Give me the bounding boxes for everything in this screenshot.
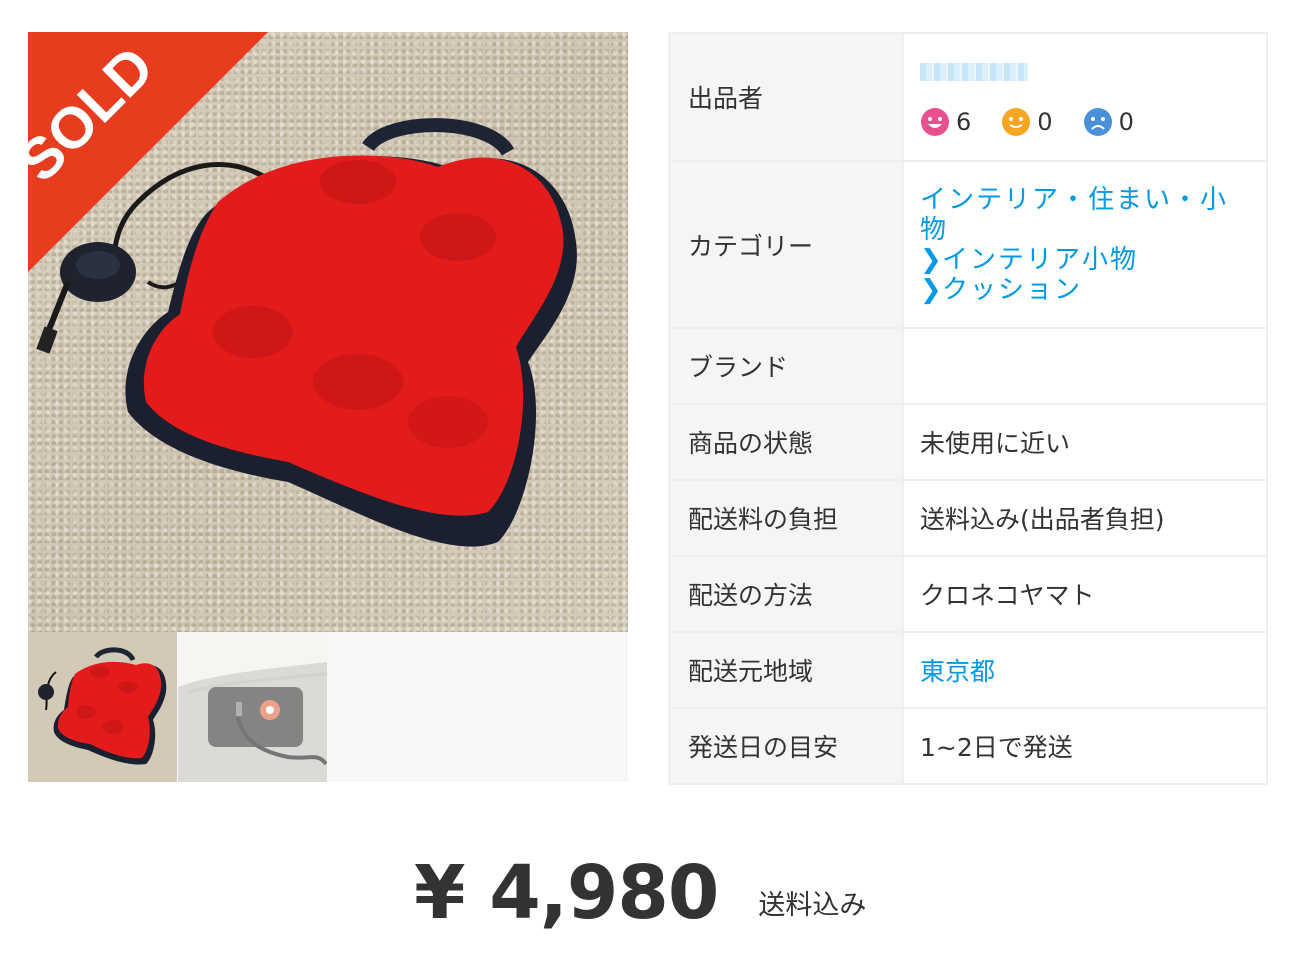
seller-label: 出品者	[668, 32, 904, 162]
item-details-table: 出品者 6 0 0 カテゴリー インテリア・住まい・小物 ❯インテリア小物 ❯ク…	[668, 32, 1268, 785]
chevron-right-icon: ❯	[920, 274, 944, 305]
chevron-right-icon: ❯	[920, 244, 944, 275]
thumbnail-2-image	[178, 632, 327, 782]
rating-normal-count: 0	[1037, 107, 1053, 136]
category-level3-link[interactable]: クッション	[942, 275, 1082, 305]
ship-from-link[interactable]: 東京都	[920, 657, 995, 686]
seller-cell: 6 0 0	[902, 32, 1268, 162]
rating-good: 6	[920, 107, 971, 137]
ship-days-label: 発送日の目安	[668, 707, 904, 785]
detail-row-seller: 出品者 6 0 0	[668, 32, 1268, 162]
ship-days-value: 1~2日で発送	[902, 707, 1268, 785]
sad-face-icon	[1083, 107, 1112, 136]
ship-from-cell: 東京都	[902, 631, 1268, 709]
detail-row-shipping-method: 配送の方法 クロネコヤマト	[668, 555, 1268, 633]
rating-good-count: 6	[956, 107, 972, 136]
detail-row-category: カテゴリー インテリア・住まい・小物 ❯インテリア小物 ❯クッション	[668, 160, 1268, 329]
price-amount: ¥ 4,980	[414, 850, 719, 936]
category-level2-link[interactable]: インテリア小物	[942, 245, 1138, 275]
detail-row-shipping-fee: 配送料の負担 送料込み(出品者負担)	[668, 479, 1268, 557]
seller-ratings: 6 0 0	[920, 107, 1254, 137]
main-product-photo[interactable]: SOLD	[28, 32, 628, 632]
thumbnail-1[interactable]	[28, 632, 177, 782]
thumbnail-strip	[28, 632, 628, 782]
rating-bad-count: 0	[1118, 107, 1134, 136]
category-cell: インテリア・住まい・小物 ❯インテリア小物 ❯クッション	[902, 160, 1268, 329]
shipping-method-value: クロネコヤマト	[902, 555, 1268, 633]
brand-label: ブランド	[668, 327, 904, 405]
rating-bad: 0	[1083, 107, 1134, 137]
detail-row-ship-from: 配送元地域 東京都	[668, 631, 1268, 709]
detail-row-condition: 商品の状態 未使用に近い	[668, 403, 1268, 481]
smile-face-icon	[921, 107, 949, 136]
rating-normal: 0	[1001, 107, 1053, 137]
shipping-fee-value: 送料込み(出品者負担)	[902, 479, 1268, 557]
sold-badge: SOLD	[28, 32, 268, 272]
ship-from-label: 配送元地域	[668, 631, 904, 709]
seller-name-link[interactable]	[920, 62, 1028, 81]
shipping-method-label: 配送の方法	[668, 555, 904, 633]
condition-label: 商品の状態	[668, 403, 904, 481]
brand-value	[902, 327, 1268, 405]
category-level1-link[interactable]: インテリア・住まい・小物	[920, 185, 1228, 245]
price-section: ¥ 4,980 送料込み	[414, 836, 866, 936]
category-label: カテゴリー	[668, 160, 904, 329]
thumbnail-2[interactable]	[178, 632, 327, 782]
shipping-fee-label: 配送料の負担	[668, 479, 904, 557]
thumbnail-1-image	[38, 647, 167, 765]
price-shipping-note: 送料込み	[758, 890, 867, 921]
detail-row-brand: ブランド	[668, 327, 1268, 405]
neutral-face-icon	[1002, 107, 1031, 136]
detail-row-ship-days: 発送日の目安 1~2日で発送	[668, 707, 1268, 785]
condition-value: 未使用に近い	[902, 403, 1268, 481]
